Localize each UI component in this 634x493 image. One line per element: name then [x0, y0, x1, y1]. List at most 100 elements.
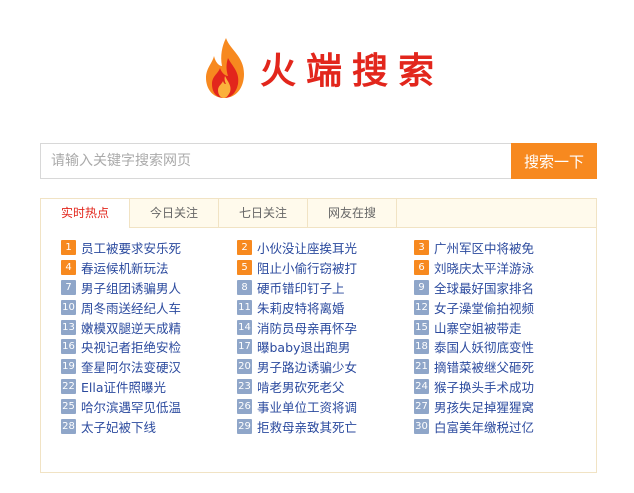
hot-item[interactable]: 8 硬币错印钉子上 [237, 278, 414, 298]
hot-item-text: 小伙没让座挨耳光 [257, 241, 358, 257]
hot-item-text: 阻止小偷行窃被打 [257, 261, 358, 277]
rank-badge: 3 [414, 240, 429, 256]
tab-1[interactable]: 实时热点 [41, 199, 130, 228]
search-input[interactable] [40, 143, 511, 179]
rank-badge: 18 [414, 339, 429, 355]
hot-item[interactable]: 7 男子组团诱骗男人 [61, 278, 237, 298]
tab-4[interactable]: 网友在搜 [308, 199, 397, 227]
hot-item[interactable]: 25 哈尔滨遇罕见低温 [61, 396, 237, 416]
hot-item[interactable]: 11 朱莉皮特将离婚 [237, 297, 414, 317]
rank-badge: 25 [61, 398, 76, 414]
hot-item[interactable]: 9 全球最好国家排名 [414, 278, 584, 298]
rank-badge: 10 [61, 299, 76, 315]
rank-badge: 2 [237, 240, 252, 256]
hot-list: 1 员工被要求安乐死 2 小伙没让座挨耳光 3 广州军区中将被免 4 春运候机新玩法 5 阻止小偷… [41, 228, 596, 436]
hot-item-text: 广州军区中将被免 [434, 241, 535, 257]
hot-item-text: 拒救母亲致其死亡 [257, 419, 358, 435]
rank-badge: 1 [61, 240, 76, 256]
hot-item[interactable]: 5 阻止小偷行窃被打 [237, 258, 414, 278]
rank-badge: 4 [61, 260, 76, 276]
rank-badge: 5 [237, 260, 252, 276]
hot-item-text: 山寨空姐被带走 [434, 320, 522, 336]
hot-item-text: 周冬雨送经纪人车 [81, 300, 182, 316]
hot-item[interactable]: 18 泰国人妖彻底变性 [414, 337, 584, 357]
hot-item-text: 消防员母亲再怀孕 [257, 320, 358, 336]
hot-item-text: 朱莉皮特将离婚 [257, 300, 345, 316]
hot-item[interactable]: 14 消防员母亲再怀孕 [237, 317, 414, 337]
rank-badge: 26 [237, 398, 252, 414]
rank-badge: 22 [61, 378, 76, 394]
page: 火端搜索 搜索一下 实时热点今日关注七日关注网友在搜 1 员工被要求安乐死 2 小伙没… [0, 0, 634, 493]
rank-badge: 21 [414, 359, 429, 375]
flame-icon [206, 38, 244, 98]
hot-item[interactable]: 26 事业单位工资将调 [237, 396, 414, 416]
hot-item[interactable]: 15 山寨空姐被带走 [414, 317, 584, 337]
hot-item-text: 嫩模双腿逆天成精 [81, 320, 182, 336]
hot-item[interactable]: 1 员工被要求安乐死 [61, 238, 237, 258]
rank-badge: 27 [414, 398, 429, 414]
hot-tabs: 实时热点 今日关注 七日关注 网友在搜 [41, 199, 596, 228]
hot-item[interactable]: 24 猴子换头手术成功 [414, 377, 584, 397]
hot-item[interactable]: 13 嫩模双腿逆天成精 [61, 317, 237, 337]
hot-item[interactable]: 12 女子澡堂偷拍视频 [414, 297, 584, 317]
hot-item-text: 央视记者拒绝安检 [81, 340, 182, 356]
hot-panel: 实时热点 今日关注 七日关注 网友在搜 1 员工被要求安乐死 2 小伙没让座挨耳光 3 广州军区… [40, 198, 597, 473]
hot-item-text: 女子澡堂偷拍视频 [434, 300, 535, 316]
rank-badge: 28 [61, 418, 76, 434]
hot-item[interactable]: 30 白富美年缴税过亿 [414, 416, 584, 436]
hot-item[interactable]: 16 央视记者拒绝安检 [61, 337, 237, 357]
logo[interactable]: 火端搜索 [200, 36, 444, 100]
hot-item-text: 太子妃被下线 [81, 419, 157, 435]
hot-item[interactable]: 22 Ella证件照曝光 [61, 377, 237, 397]
rank-badge: 7 [61, 279, 76, 295]
rank-badge: 11 [237, 299, 252, 315]
rank-badge: 23 [237, 378, 252, 394]
hot-item[interactable]: 17 曝baby退出跑男 [237, 337, 414, 357]
hot-item-text: 员工被要求安乐死 [81, 241, 182, 257]
hot-item-text: 硬币错印钉子上 [257, 280, 345, 296]
hot-item[interactable]: 6 刘晓庆太平洋游泳 [414, 258, 584, 278]
hot-item-text: 刘晓庆太平洋游泳 [434, 261, 535, 277]
tab-3[interactable]: 七日关注 [219, 199, 308, 227]
rank-badge: 8 [237, 279, 252, 295]
hot-item[interactable]: 19 奎星阿尔法变硬汉 [61, 357, 237, 377]
hot-item-text: 哈尔滨遇罕见低温 [81, 399, 182, 415]
hot-item-text: 男孩失足掉猩猩窝 [434, 399, 535, 415]
hot-item-text: 春运候机新玩法 [81, 261, 169, 277]
hot-item-text: 泰国人妖彻底变性 [434, 340, 535, 356]
hot-item[interactable]: 3 广州军区中将被免 [414, 238, 584, 258]
hot-item[interactable]: 21 摘错菜被继父砸死 [414, 357, 584, 377]
hot-item-text: 全球最好国家排名 [434, 280, 535, 296]
rank-badge: 13 [61, 319, 76, 335]
rank-badge: 30 [414, 418, 429, 434]
search-button[interactable]: 搜索一下 [511, 143, 597, 179]
hot-item-text: 白富美年缴税过亿 [434, 419, 535, 435]
hot-item[interactable]: 4 春运候机新玩法 [61, 258, 237, 278]
hot-item-text: 啃老男砍死老父 [257, 379, 345, 395]
rank-badge: 17 [237, 339, 252, 355]
logo-text: 火端搜索 [260, 51, 445, 92]
hot-item-text: 事业单位工资将调 [257, 399, 358, 415]
hot-item[interactable]: 29 拒救母亲致其死亡 [237, 416, 414, 436]
search-form: 搜索一下 [40, 143, 597, 179]
hot-item[interactable]: 28 太子妃被下线 [61, 416, 237, 436]
hot-item[interactable]: 27 男孩失足掉猩猩窝 [414, 396, 584, 416]
hot-item-text: 摘错菜被继父砸死 [434, 360, 535, 376]
hot-item[interactable]: 20 男子路边诱骗少女 [237, 357, 414, 377]
rank-badge: 20 [237, 359, 252, 375]
tab-2[interactable]: 今日关注 [130, 199, 219, 227]
hot-item-text: 男子路边诱骗少女 [257, 360, 358, 376]
hot-item[interactable]: 10 周冬雨送经纪人车 [61, 297, 237, 317]
hot-item-text: 猴子换头手术成功 [434, 379, 535, 395]
rank-badge: 6 [414, 260, 429, 276]
rank-badge: 12 [414, 299, 429, 315]
hot-item-text: 奎星阿尔法变硬汉 [81, 360, 182, 376]
rank-badge: 24 [414, 378, 429, 394]
rank-badge: 15 [414, 319, 429, 335]
hot-item[interactable]: 23 啃老男砍死老父 [237, 377, 414, 397]
rank-badge: 19 [61, 359, 76, 375]
hot-item-text: 男子组团诱骗男人 [81, 280, 182, 296]
hot-item-text: Ella证件照曝光 [81, 379, 167, 395]
hot-item[interactable]: 2 小伙没让座挨耳光 [237, 238, 414, 258]
hot-item-text: 曝baby退出跑男 [257, 340, 351, 356]
